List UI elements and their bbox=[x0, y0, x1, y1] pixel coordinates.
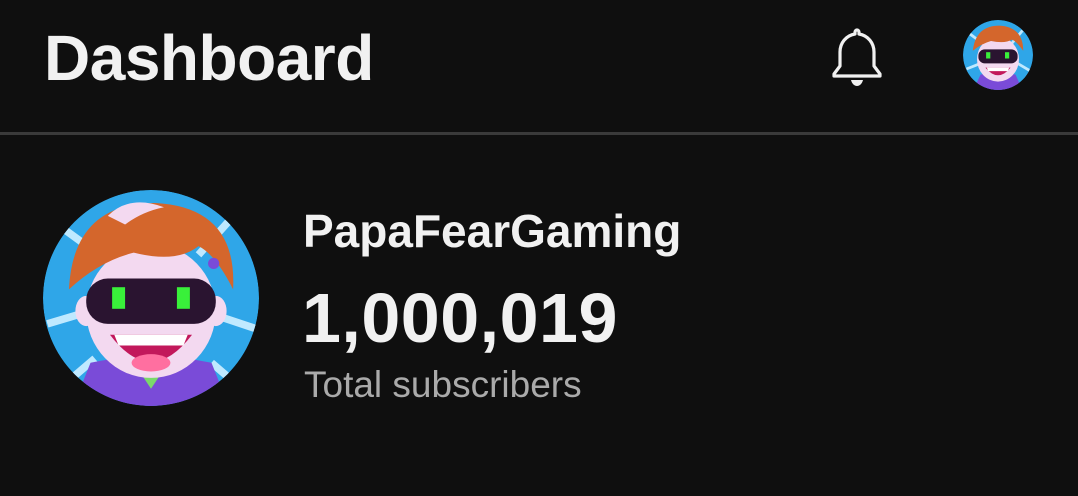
subscriber-label: Total subscribers bbox=[304, 364, 582, 405]
header-divider bbox=[0, 132, 1078, 135]
top-app-bar: Dashboard bbox=[0, 0, 1078, 132]
channel-avatar bbox=[43, 190, 259, 406]
bell-icon bbox=[832, 28, 882, 86]
avatar bbox=[963, 20, 1033, 90]
account-avatar-button[interactable] bbox=[963, 20, 1033, 90]
page-title: Dashboard bbox=[44, 22, 374, 94]
channel-avatar-icon bbox=[43, 190, 259, 406]
dashboard-screen: Dashboard PapaFearGaming 1,000,019 Total… bbox=[0, 0, 1078, 496]
notifications-button[interactable] bbox=[826, 24, 888, 88]
channel-name: PapaFearGaming bbox=[303, 205, 682, 257]
subscriber-count: 1,000,019 bbox=[302, 279, 618, 357]
